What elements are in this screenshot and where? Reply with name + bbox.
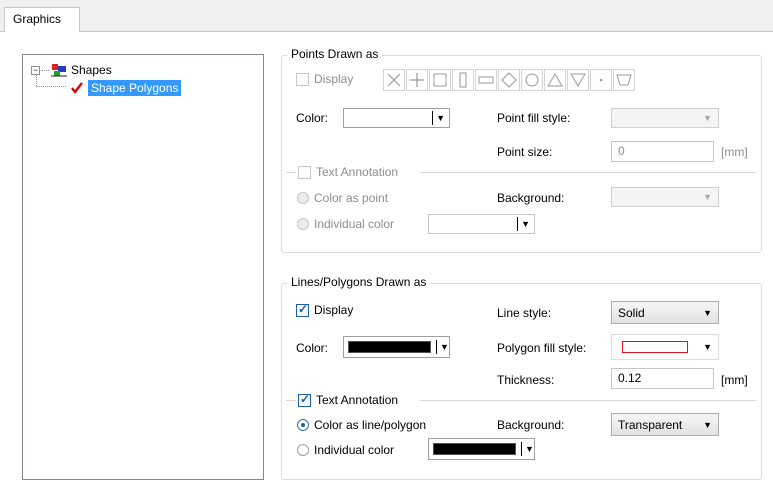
lines-text-annotation-checkbox[interactable]: Text Annotation — [298, 392, 399, 407]
triangle-down-icon[interactable] — [567, 69, 589, 91]
points-text-annotation-label: Text Annotation — [316, 165, 399, 179]
chevron-down-icon: ▼ — [525, 444, 534, 454]
radio-button[interactable] — [297, 218, 309, 230]
divider — [521, 442, 522, 456]
points-background-label: Background: — [497, 191, 565, 205]
tree-node-shape-polygons[interactable]: Shape Polygons — [70, 79, 182, 97]
tree-node-shapes[interactable]: − Shapes — [31, 61, 112, 79]
polygon-fill-style-label: Polygon fill style: — [497, 341, 587, 355]
points-display-checkbox[interactable]: Display — [296, 72, 353, 86]
divider — [420, 172, 756, 173]
lines-individual-color-radio[interactable]: Individual color — [297, 443, 394, 457]
point-fill-style-select[interactable]: ▼ — [611, 108, 719, 128]
lines-background-label: Background: — [497, 418, 565, 432]
color-swatch-black — [348, 341, 431, 353]
tall-rect-icon[interactable] — [452, 69, 474, 91]
lines-display-label: Display — [314, 303, 354, 317]
wide-rect-icon[interactable] — [475, 69, 497, 91]
checkbox-box[interactable] — [296, 72, 309, 86]
tab-graphics[interactable]: Graphics — [4, 7, 80, 33]
thickness-label: Thickness: — [497, 373, 555, 387]
lines-text-annotation-label: Text Annotation — [316, 393, 399, 407]
chevron-down-icon: ▼ — [436, 113, 445, 123]
point-fill-style-label: Point fill style: — [497, 111, 571, 125]
chevron-down-icon: ▼ — [703, 113, 712, 123]
chevron-down-icon: ▼ — [703, 192, 712, 202]
color-swatch-black — [433, 443, 516, 455]
square-icon[interactable] — [429, 69, 451, 91]
divider — [286, 400, 296, 401]
lines-display-checkbox[interactable]: Display — [296, 302, 354, 317]
lines-individual-color-picker[interactable]: ▼ — [428, 438, 535, 460]
lines-color-picker[interactable]: ▼ — [343, 336, 450, 358]
thickness-unit: [mm] — [721, 373, 748, 387]
diamond-icon[interactable] — [498, 69, 520, 91]
points-color-label: Color: — [296, 111, 329, 125]
polygon-fill-style-select[interactable]: ▼ — [611, 334, 719, 360]
color-as-line-radio[interactable]: Color as line/polygon — [297, 418, 426, 432]
chevron-down-icon: ▼ — [440, 342, 449, 352]
chevron-down-icon: ▼ — [703, 342, 712, 352]
points-individual-color-radio[interactable]: Individual color — [297, 217, 394, 231]
thickness-input[interactable]: 0.12 — [611, 368, 714, 389]
triangle-up-icon[interactable] — [544, 69, 566, 91]
trapezoid-icon[interactable] — [613, 69, 635, 91]
lines-individual-color-label: Individual color — [314, 443, 395, 457]
circle-icon[interactable] — [521, 69, 543, 91]
checkbox-checked[interactable] — [298, 392, 311, 407]
line-style-select[interactable]: Solid ▼ — [611, 301, 719, 324]
points-individual-color-label: Individual color — [314, 217, 395, 231]
lines-color-label: Color: — [296, 341, 329, 355]
divider — [420, 400, 756, 401]
point-shape-buttons — [383, 69, 636, 91]
radio-button-selected[interactable] — [297, 419, 309, 431]
lines-group-title: Lines/Polygons Drawn as — [287, 275, 431, 289]
cross-icon[interactable] — [383, 69, 405, 91]
color-as-line-label: Color as line/polygon — [314, 418, 427, 432]
color-as-point-label: Color as point — [314, 191, 389, 205]
line-style-value: Solid — [618, 305, 645, 320]
points-text-annotation-checkbox[interactable]: Text Annotation — [298, 165, 398, 179]
divider — [517, 217, 519, 231]
lines-background-select[interactable]: Transparent ▼ — [611, 413, 719, 436]
checkbox-checked[interactable] — [296, 302, 309, 317]
checkbox-box[interactable] — [298, 165, 311, 179]
tab-strip — [0, 0, 773, 32]
color-as-point-radio[interactable]: Color as point — [297, 191, 388, 205]
point-size-unit: [mm] — [721, 145, 748, 159]
tab-graphics-label: Graphics — [13, 12, 62, 26]
points-group-title: Points Drawn as — [287, 47, 383, 61]
shapes-icon — [51, 64, 67, 77]
tree-node-shape-polygons-label: Shape Polygons — [88, 80, 182, 96]
dot-icon[interactable] — [590, 69, 612, 91]
divider — [436, 340, 437, 354]
line-style-label: Line style: — [497, 306, 552, 320]
point-size-label: Point size: — [497, 145, 553, 159]
divider — [432, 111, 434, 125]
points-display-label: Display — [314, 72, 354, 86]
point-size-input[interactable]: 0 — [611, 141, 714, 162]
lines-background-value: Transparent — [618, 417, 683, 432]
chevron-down-icon: ▼ — [521, 219, 530, 229]
points-color-picker[interactable]: ▼ — [343, 108, 450, 128]
checkmark-red-icon — [71, 82, 83, 95]
fill-style-swatch — [622, 341, 688, 353]
radio-button[interactable] — [297, 444, 309, 456]
points-background-select[interactable]: ▼ — [611, 187, 719, 207]
shapes-tree[interactable]: − Shapes Shape Polygons — [22, 54, 264, 480]
tree-connector — [36, 74, 37, 86]
chevron-down-icon: ▼ — [703, 307, 712, 318]
divider — [286, 172, 296, 173]
points-individual-color-picker[interactable]: ▼ — [428, 214, 535, 234]
plus-icon[interactable] — [406, 69, 428, 91]
tree-node-shapes-label: Shapes — [71, 63, 112, 77]
chevron-down-icon: ▼ — [703, 419, 712, 430]
tree-connector — [36, 86, 66, 87]
radio-button[interactable] — [297, 192, 309, 204]
